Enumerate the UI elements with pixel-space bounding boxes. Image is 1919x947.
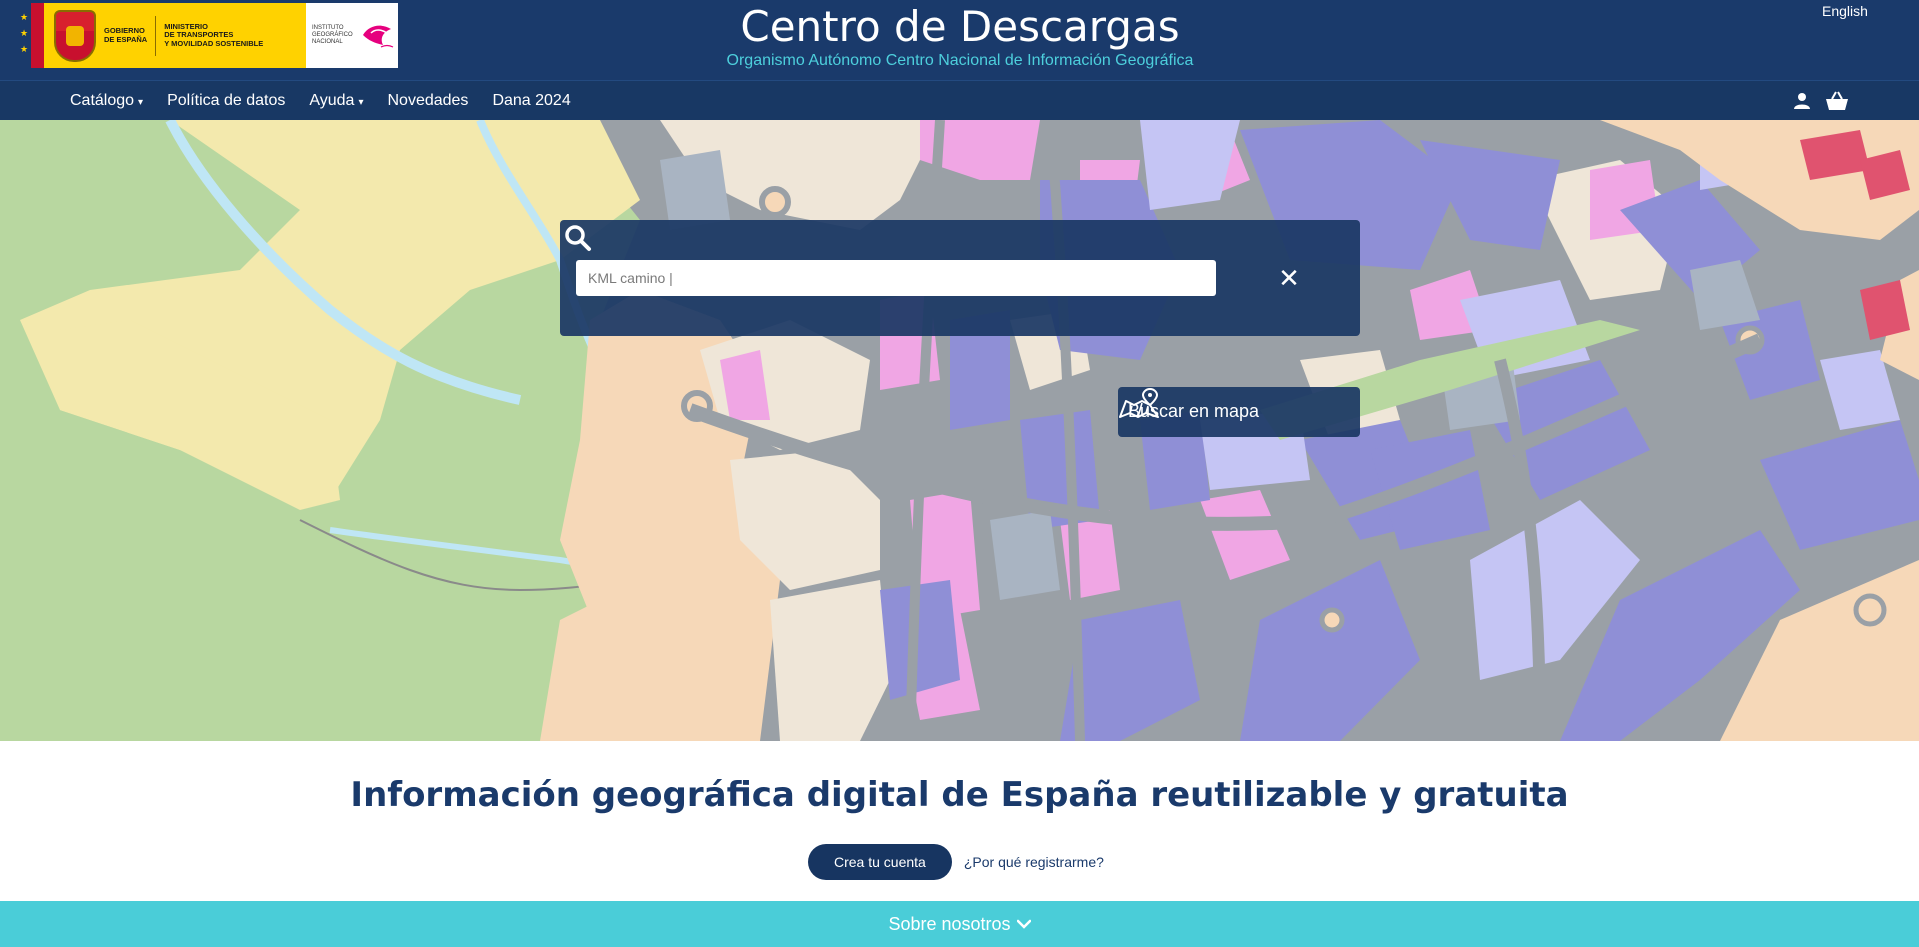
cta-row: Crea tu cuenta ¿Por qué registrarme? bbox=[808, 844, 1104, 880]
map-pin-icon bbox=[1119, 387, 1159, 418]
ign-logo-icon bbox=[362, 25, 393, 48]
search-icon[interactable] bbox=[560, 220, 596, 256]
nav-item-label: Catálogo bbox=[70, 92, 135, 109]
ministry-text: MINISTERIO DE TRANSPORTES Y MOVILIDAD SO… bbox=[164, 21, 264, 48]
nav-item-politica-datos[interactable]: Política de datos bbox=[167, 92, 285, 110]
gov-text: GOBIERNO DE ESPAÑA bbox=[104, 26, 148, 44]
map-background[interactable] bbox=[0, 120, 1919, 741]
logo-divider bbox=[155, 15, 157, 56]
search-input[interactable] bbox=[576, 260, 1216, 296]
gov-logo-section: GOBIERNO DE ESPAÑA MINISTERIO DE TRANSPO… bbox=[44, 3, 306, 68]
eu-flag-icon: ★ ★ ★ bbox=[18, 3, 44, 68]
nav-item-ayuda[interactable]: Ayuda ▾ bbox=[309, 92, 363, 110]
create-account-button[interactable]: Crea tu cuenta bbox=[808, 844, 952, 880]
page-title: Centro de Descargas bbox=[740, 2, 1180, 51]
nav-item-label: Política de datos bbox=[167, 92, 286, 109]
language-link[interactable]: English bbox=[1822, 3, 1868, 19]
user-icon[interactable] bbox=[1793, 92, 1811, 110]
government-logo[interactable]: ★ ★ ★ GOBIERNO DE ESPAÑA MINISTERIO DE T… bbox=[18, 3, 398, 68]
site-header: ★ ★ ★ GOBIERNO DE ESPAÑA MINISTERIO DE T… bbox=[0, 0, 1919, 80]
nav-item-novedades[interactable]: Novedades bbox=[387, 92, 468, 110]
nav-icons bbox=[1793, 81, 1849, 121]
why-register-link[interactable]: ¿Por qué registrarme? bbox=[964, 854, 1104, 870]
ign-logo-section: INSTITUTO GEOGRÁFICO NACIONAL bbox=[306, 3, 398, 68]
main-navbar: Catálogo ▾ Política de datos Ayuda ▾ Noved… bbox=[0, 80, 1919, 120]
nav-menu: Catálogo ▾ Política de datos Ayuda ▾ Noved… bbox=[70, 81, 571, 121]
hero-map: ✕ Buscar en mapa bbox=[0, 120, 1919, 741]
close-icon[interactable]: ✕ bbox=[1274, 260, 1304, 296]
nav-item-label: Novedades bbox=[387, 92, 469, 109]
main-tagline: Información geográfica digital de España… bbox=[350, 775, 1569, 815]
search-panel: ✕ bbox=[560, 220, 1360, 336]
caret-down-icon: ▾ bbox=[358, 97, 364, 108]
nav-item-label: Dana 2024 bbox=[492, 92, 571, 109]
chevron-down-icon bbox=[1016, 919, 1031, 929]
nav-item-label: Ayuda bbox=[309, 92, 355, 109]
about-us-label: Sobre nosotros bbox=[888, 913, 1011, 934]
coat-of-arms-icon bbox=[54, 9, 96, 62]
about-us-bar[interactable]: Sobre nosotros bbox=[0, 901, 1919, 947]
nav-item-dana-2024[interactable]: Dana 2024 bbox=[492, 92, 570, 110]
nav-item-catalogo[interactable]: Catálogo ▾ bbox=[70, 92, 143, 110]
page-subtitle: Organismo Autónomo Centro Nacional de In… bbox=[726, 52, 1194, 69]
basket-icon[interactable] bbox=[1825, 91, 1849, 111]
map-search-button[interactable]: Buscar en mapa bbox=[1118, 387, 1360, 437]
caret-down-icon: ▾ bbox=[138, 97, 144, 108]
ign-text: INSTITUTO GEOGRÁFICO NACIONAL bbox=[312, 25, 353, 45]
